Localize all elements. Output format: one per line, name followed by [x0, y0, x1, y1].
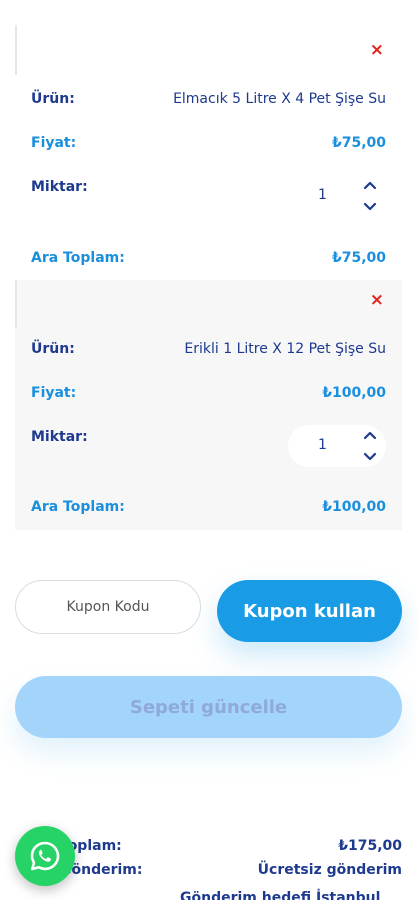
subtotal-value: ₺75,00 — [331, 250, 386, 266]
product-name[interactable]: Elmacık 5 Litre X 4 Pet Şişe Su — [173, 91, 386, 107]
chevron-up-icon[interactable] — [361, 427, 379, 445]
chevron-up-icon[interactable] — [361, 177, 379, 195]
subtotal-label: Ara Toplam: — [31, 250, 125, 266]
whatsapp-button[interactable] — [15, 826, 75, 886]
chevron-down-icon[interactable] — [361, 197, 379, 215]
cart-item: × Ürün: Elmacık 5 Litre X 4 Pet Şişe Su … — [15, 25, 402, 277]
price-label: Fiyat: — [31, 385, 77, 401]
product-name[interactable]: Erikli 1 Litre X 12 Pet Şişe Su — [184, 341, 386, 357]
price-label: Fiyat: — [31, 135, 77, 151]
item-divider — [15, 280, 17, 328]
price-value: ₺75,00 — [331, 135, 386, 151]
quantity-value[interactable]: 1 — [318, 187, 327, 203]
quantity-stepper[interactable]: 1 — [288, 175, 386, 217]
quantity-arrows — [358, 175, 382, 217]
quantity-arrows — [358, 425, 382, 467]
cart-page: × Ürün: Elmacık 5 Litre X 4 Pet Şişe Su … — [0, 0, 417, 900]
quantity-label: Miktar: — [31, 179, 88, 195]
apply-coupon-button[interactable]: Kupon kullan — [217, 580, 402, 642]
chevron-down-icon[interactable] — [361, 447, 379, 465]
product-label: Ürün: — [31, 341, 75, 357]
whatsapp-icon — [30, 841, 60, 871]
shipping-value: Ücretsiz gönderim — [257, 862, 402, 878]
total-value: ₺175,00 — [338, 838, 402, 854]
quantity-value[interactable]: 1 — [318, 437, 327, 453]
remove-item-button[interactable]: × — [370, 42, 384, 59]
coupon-code-input[interactable] — [15, 580, 201, 634]
quantity-stepper[interactable]: 1 — [288, 425, 386, 467]
item-divider — [15, 25, 17, 75]
update-cart-button[interactable]: Sepeti güncelle — [15, 676, 402, 738]
cart-item: × Ürün: Erikli 1 Litre X 12 Pet Şişe Su … — [15, 280, 402, 530]
subtotal-value: ₺100,00 — [322, 499, 386, 515]
subtotal-label: Ara Toplam: — [31, 499, 125, 515]
remove-item-button[interactable]: × — [370, 292, 384, 309]
shipping-destination: Gönderim hedefi İstanbul — [180, 890, 381, 900]
product-label: Ürün: — [31, 91, 75, 107]
price-value: ₺100,00 — [322, 385, 386, 401]
quantity-label: Miktar: — [31, 429, 88, 445]
